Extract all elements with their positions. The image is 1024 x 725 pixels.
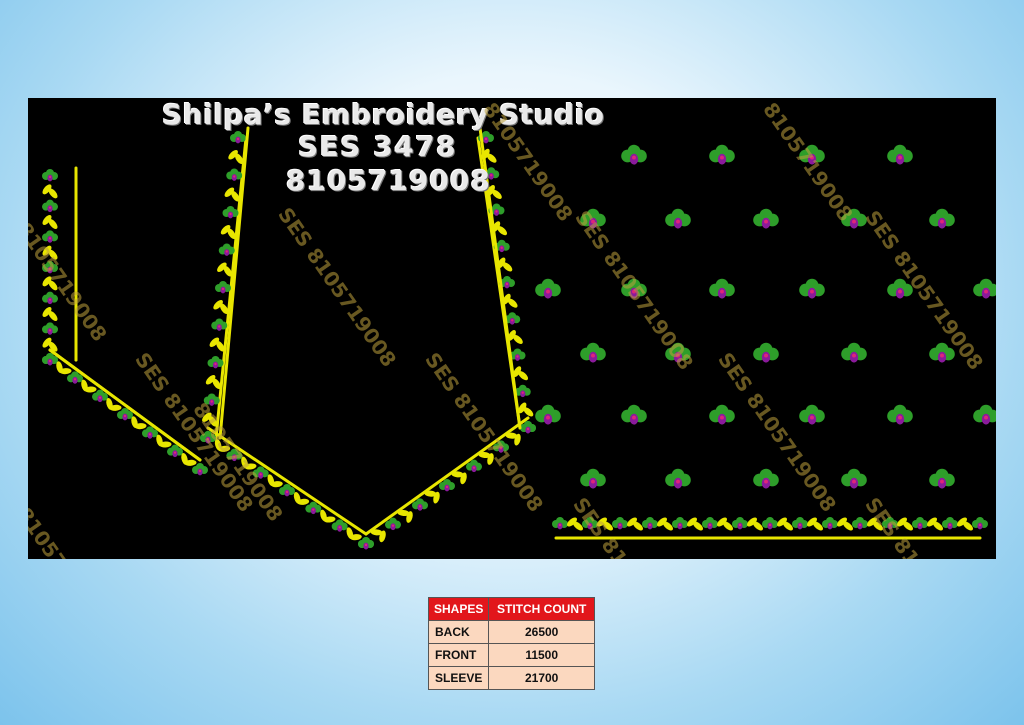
- count-cell: 26500: [488, 620, 595, 644]
- flower-center: [940, 353, 944, 358]
- flower-center: [898, 415, 902, 420]
- flower-center: [720, 415, 724, 420]
- flower-center: [768, 523, 772, 527]
- flower-center: [148, 433, 152, 436]
- flower-center: [984, 415, 988, 420]
- flower-center: [591, 479, 595, 484]
- flower-center: [738, 523, 742, 527]
- flower-center: [852, 479, 856, 484]
- flower-center: [312, 508, 315, 511]
- flower-center: [708, 523, 712, 527]
- flower-center: [445, 485, 449, 489]
- shape-cell: FRONT: [427, 643, 490, 667]
- count-cell: 11500: [488, 643, 595, 667]
- flower-center: [948, 523, 952, 527]
- flower-center: [214, 362, 217, 366]
- flower-center: [490, 174, 493, 177]
- flower-center: [798, 523, 802, 527]
- flower-center: [764, 219, 768, 224]
- flower-center: [236, 137, 240, 141]
- flower-center: [391, 524, 395, 527]
- shape-cell: SLEEVE: [427, 666, 490, 690]
- flower-center: [495, 210, 498, 213]
- flower-center: [678, 523, 682, 527]
- flower-center: [233, 175, 236, 178]
- flower-center: [516, 355, 519, 358]
- header-stitch-count: STITCH COUNT: [488, 597, 595, 621]
- flower-center: [364, 543, 368, 547]
- flower-center: [852, 219, 856, 224]
- flower-center: [918, 523, 922, 527]
- flower-center: [229, 212, 232, 216]
- stitch-count-table: SHAPES STITCH COUNT BACK 26500 FRONT 115…: [427, 597, 595, 690]
- flower-center: [484, 137, 488, 141]
- flower-center: [558, 523, 562, 527]
- flower-center: [526, 427, 530, 431]
- flower-center: [48, 206, 52, 209]
- flower-center: [173, 451, 177, 454]
- flower-center: [828, 523, 832, 527]
- flower-center: [898, 155, 902, 160]
- flower-center: [73, 378, 77, 381]
- flower-center: [810, 289, 814, 294]
- table-row: SLEEVE 21700: [427, 666, 595, 690]
- flower-center: [632, 415, 636, 420]
- flower-center: [852, 353, 856, 358]
- flower-center: [632, 155, 636, 160]
- flower-center: [48, 175, 52, 179]
- flower-center: [123, 414, 127, 418]
- flower-center: [720, 289, 724, 294]
- flower-center: [591, 353, 595, 358]
- flower-center: [338, 526, 341, 529]
- flower-center: [418, 505, 422, 508]
- flower-center: [221, 287, 225, 291]
- flower-center: [720, 155, 724, 160]
- flower-center: [198, 469, 202, 473]
- flower-center: [898, 289, 902, 294]
- design-canvas: Shilpa’s Embroidery Studio SES 3478 8105…: [28, 98, 996, 559]
- count-cell: 21700: [488, 666, 595, 690]
- flower-center: [676, 219, 680, 224]
- flower-center: [940, 479, 944, 484]
- flower-center: [48, 329, 52, 332]
- flower-center: [940, 219, 944, 224]
- header-shapes: SHAPES: [427, 597, 490, 621]
- flower-center: [48, 359, 52, 363]
- table-row: BACK 26500: [427, 620, 595, 644]
- flower-center: [764, 353, 768, 358]
- flower-center: [48, 237, 52, 240]
- table-row: FRONT 11500: [427, 643, 595, 667]
- flower-center: [764, 479, 768, 484]
- flower-center: [285, 490, 289, 494]
- flower-center: [521, 391, 524, 394]
- flower-center: [618, 523, 622, 527]
- table-header-row: SHAPES STITCH COUNT: [427, 597, 595, 621]
- flower-center: [676, 479, 680, 484]
- flower-center: [648, 523, 652, 527]
- flower-center: [218, 325, 221, 328]
- flower-center: [810, 415, 814, 420]
- flower-center: [511, 319, 514, 322]
- flower-center: [546, 415, 550, 420]
- flower-center: [984, 289, 988, 294]
- flower-center: [472, 466, 476, 469]
- flower-center: [48, 298, 52, 301]
- stitch-count-table-wrapper: SHAPES STITCH COUNT BACK 26500 FRONT 115…: [427, 597, 595, 690]
- flower-center: [98, 396, 102, 399]
- flower-center: [546, 289, 550, 294]
- shape-cell: BACK: [427, 620, 490, 644]
- flower-center: [500, 246, 503, 249]
- flower-center: [505, 282, 509, 286]
- border-line: [478, 126, 522, 430]
- flower-center: [978, 523, 982, 527]
- flower-center: [858, 523, 862, 527]
- flower-center: [225, 250, 228, 253]
